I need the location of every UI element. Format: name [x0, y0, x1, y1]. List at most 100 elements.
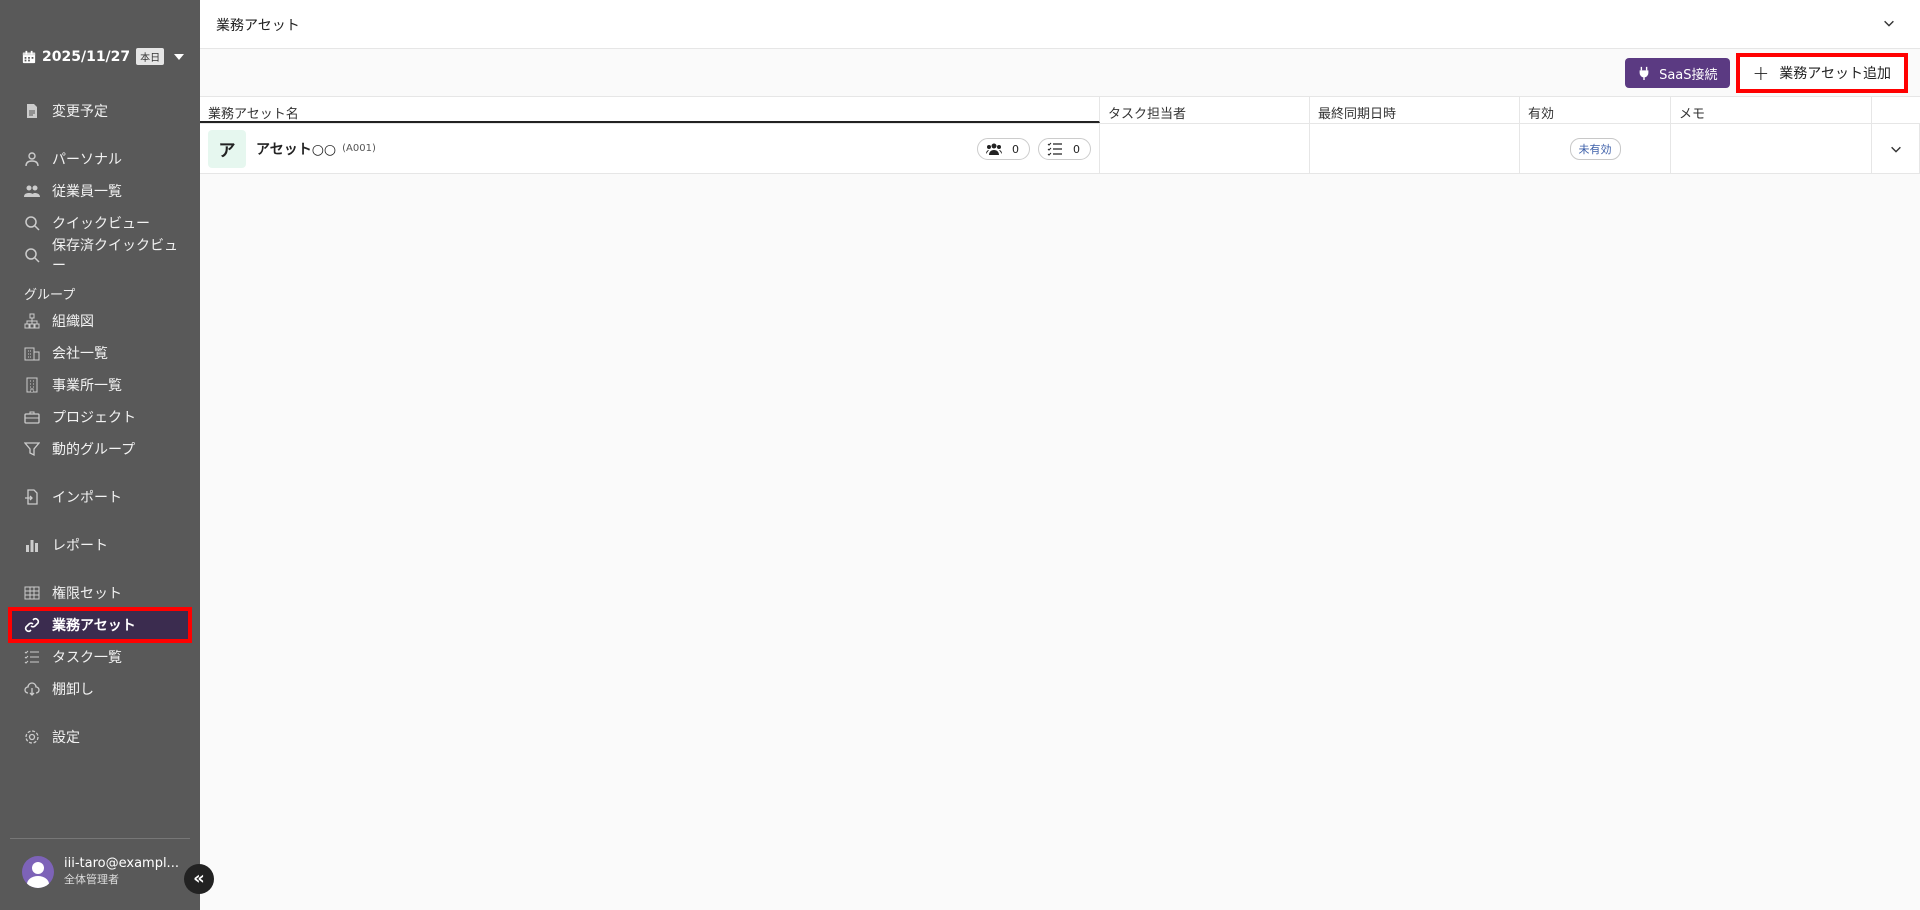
- import-icon: [25, 489, 38, 505]
- user-icon: [25, 152, 39, 167]
- sidebar-item-label: レポート: [52, 538, 108, 554]
- sidebar-item-personal[interactable]: パーソナル: [12, 145, 188, 173]
- user-email: iii-taro@exampl...: [64, 856, 179, 871]
- members-count-badge[interactable]: 0: [977, 138, 1030, 160]
- date-selector[interactable]: 2025/11/27 本日: [22, 48, 185, 65]
- cloud-download-icon: [24, 682, 40, 696]
- task-owner-cell: [1100, 124, 1310, 173]
- users-icon: [986, 143, 1002, 155]
- sidebar-item-changes[interactable]: 変更予定: [12, 97, 188, 125]
- user-info: iii-taro@exampl... 全体管理者: [64, 856, 179, 888]
- column-header-name[interactable]: 業務アセット名: [200, 97, 1100, 123]
- sidebar-item-permission-sets[interactable]: 権限セット: [12, 579, 188, 607]
- sidebar-item-assets[interactable]: 業務アセット: [8, 607, 192, 643]
- page-title: 業務アセット: [216, 18, 300, 34]
- sidebar-item-import[interactable]: インポート: [12, 483, 188, 511]
- user-menu[interactable]: iii-taro@exampl... 全体管理者: [22, 856, 179, 888]
- grid-icon: [24, 586, 40, 600]
- sidebar-item-offices[interactable]: 事業所一覧: [12, 371, 188, 399]
- plus-icon: +: [1752, 61, 1770, 85]
- toolbar: SaaS接続 + 業務アセット追加: [1625, 53, 1908, 93]
- task-list-icon: [1047, 142, 1062, 156]
- chevron-down-icon[interactable]: [1882, 16, 1896, 30]
- office-icon: [26, 377, 38, 393]
- saas-connect-label: SaaS接続: [1659, 67, 1718, 83]
- asset-counters: 0 0: [977, 138, 1091, 160]
- sidebar-item-report[interactable]: レポート: [12, 531, 188, 559]
- group-section-label: グループ: [24, 288, 76, 303]
- last-sync-cell: [1310, 124, 1520, 173]
- org-chart-icon: [24, 313, 40, 329]
- sidebar-item-tasks[interactable]: タスク一覧: [12, 643, 188, 671]
- asset-code: (A001): [342, 143, 376, 154]
- caret-down-icon[interactable]: [174, 53, 185, 60]
- sidebar-item-label: 組織図: [52, 314, 94, 330]
- date-text: 2025/11/27: [42, 48, 131, 65]
- add-asset-button[interactable]: + 業務アセット追加: [1735, 53, 1908, 93]
- briefcase-icon: [24, 411, 40, 424]
- search-icon: [25, 248, 40, 263]
- sidebar: 2025/11/27 本日 変更予定 パーソナル 従業員一覧 クイックビュー 保…: [0, 0, 214, 910]
- task-list-icon: [24, 650, 39, 664]
- sidebar-item-settings[interactable]: 設定: [12, 723, 188, 751]
- memo-cell: [1671, 124, 1872, 173]
- sidebar-item-label: 業務アセット: [52, 618, 136, 634]
- tasks-count: 0: [1073, 142, 1080, 156]
- sidebar-item-org[interactable]: 組織図: [12, 307, 188, 335]
- sidebar-item-label: 動的グループ: [52, 442, 136, 458]
- column-header-valid[interactable]: 有効: [1520, 97, 1671, 123]
- calendar-icon: [22, 50, 36, 63]
- table-header: 業務アセット名 タスク担当者 最終同期日時 有効 メモ: [200, 96, 1920, 124]
- column-header-last-sync[interactable]: 最終同期日時: [1310, 97, 1520, 123]
- sidebar-item-companies[interactable]: 会社一覧: [12, 339, 188, 367]
- expand-cell[interactable]: [1872, 124, 1920, 173]
- table-row[interactable]: ア アセット○○ (A001) 0 0 未有効: [200, 124, 1920, 174]
- sidebar-item-label: 会社一覧: [52, 346, 108, 362]
- main-content: 業務アセット SaaS接続 + 業務アセット追加 業務アセット名 タスク担当者 …: [200, 0, 1920, 910]
- asset-avatar: ア: [208, 129, 246, 168]
- collapse-sidebar-button[interactable]: «: [184, 864, 214, 894]
- valid-cell: 未有効: [1520, 124, 1671, 173]
- add-asset-label: 業務アセット追加: [1779, 66, 1891, 82]
- status-badge: 未有効: [1569, 137, 1621, 160]
- today-badge[interactable]: 本日: [136, 48, 165, 65]
- sidebar-item-projects[interactable]: プロジェクト: [12, 403, 188, 431]
- plug-icon: [1639, 66, 1649, 80]
- column-header-expand: [1872, 97, 1920, 123]
- asset-name-cell: ア アセット○○ (A001) 0 0: [200, 124, 1100, 173]
- chevron-down-icon[interactable]: [1889, 142, 1903, 156]
- sidebar-item-dynamic-groups[interactable]: 動的グループ: [12, 435, 188, 463]
- sidebar-item-label: インポート: [52, 490, 122, 506]
- sidebar-item-employees[interactable]: 従業員一覧: [12, 177, 188, 205]
- filter-icon: [24, 442, 40, 457]
- search-icon: [25, 216, 40, 231]
- building-icon: [24, 347, 40, 361]
- avatar: [22, 856, 54, 888]
- tasks-count-badge[interactable]: 0: [1038, 138, 1091, 160]
- gear-icon: [25, 730, 39, 744]
- sidebar-item-inventory[interactable]: 棚卸し: [12, 675, 188, 703]
- sidebar-item-label: タスク一覧: [52, 650, 122, 666]
- user-role: 全体管理者: [64, 873, 119, 886]
- asset-name[interactable]: アセット○○: [256, 139, 336, 159]
- sidebar-divider: [10, 838, 190, 839]
- document-icon: [27, 104, 37, 118]
- sidebar-item-label: 保存済クイックビュー: [52, 238, 178, 274]
- page-header: 業務アセット: [200, 0, 1920, 49]
- saas-connect-button[interactable]: SaaS接続: [1625, 58, 1730, 88]
- sidebar-item-label: 従業員一覧: [52, 184, 122, 200]
- bar-chart-icon: [26, 540, 38, 552]
- sidebar-item-label: 事業所一覧: [52, 378, 122, 394]
- members-count: 0: [1012, 142, 1019, 156]
- sidebar-item-label: クイックビュー: [52, 216, 150, 232]
- sidebar-item-label: プロジェクト: [52, 410, 136, 426]
- assets-table: 業務アセット名 タスク担当者 最終同期日時 有効 メモ ア アセット○○ (A0…: [200, 96, 1920, 174]
- sidebar-item-label: 権限セット: [52, 586, 122, 602]
- sidebar-item-quickview[interactable]: クイックビュー: [12, 209, 188, 237]
- column-header-task-owner[interactable]: タスク担当者: [1100, 97, 1310, 123]
- column-header-memo[interactable]: メモ: [1671, 97, 1872, 123]
- sidebar-item-saved-quickview[interactable]: 保存済クイックビュー: [12, 238, 188, 274]
- app: 2025/11/27 本日 変更予定 パーソナル 従業員一覧 クイックビュー 保…: [0, 0, 1920, 910]
- users-icon: [24, 185, 40, 197]
- link-icon: [24, 617, 40, 633]
